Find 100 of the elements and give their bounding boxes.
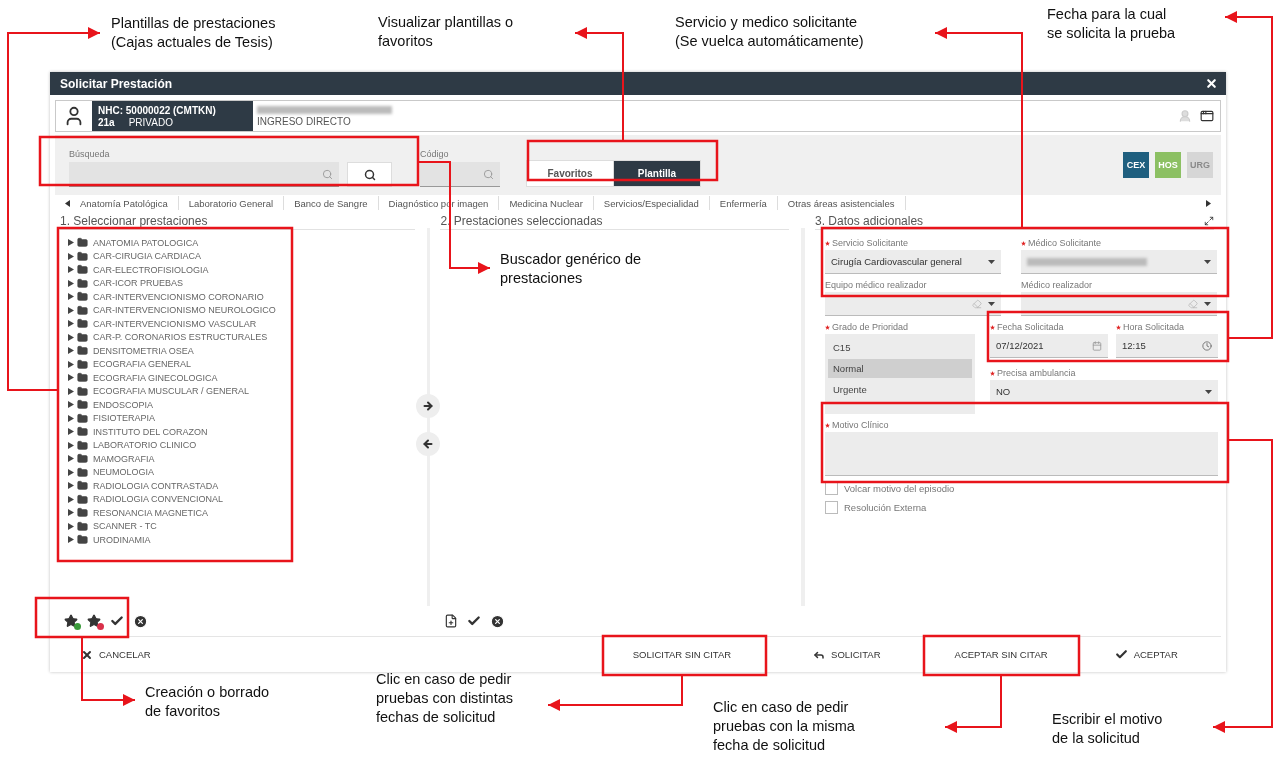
expand-arrow-icon[interactable] [68,401,74,409]
tree-item[interactable]: RESONANCIA MAGNETICA [68,506,427,520]
tree-item[interactable]: ECOGRAFIA GINECOLOGICA [68,371,427,385]
expand-arrow-icon[interactable] [68,293,74,301]
expand-icon[interactable] [1204,216,1214,226]
star-add-icon[interactable] [64,614,78,628]
tree-item[interactable]: CAR-ELECTROFISIOLOGIA [68,263,427,277]
expand-arrow-icon[interactable] [68,482,74,490]
view-tab[interactable]: Favoritos [527,161,613,186]
expand-arrow-icon[interactable] [68,441,74,449]
move-left-button[interactable] [415,432,440,456]
caret-icon [1204,259,1211,264]
folder-icon [77,358,88,370]
expand-arrow-icon[interactable] [68,279,74,287]
expand-arrow-icon[interactable] [68,522,74,530]
check-icon[interactable] [110,614,124,628]
patient-id: NHC: 50000022 (CMTKN) [98,104,217,116]
patient-insurance: PRIVADO [128,116,173,128]
expand-arrow-icon[interactable] [68,387,74,395]
select-field[interactable]: Cirugía Cardiovascular general [825,250,1001,274]
list-option[interactable]: Urgente [828,380,972,399]
tree-item[interactable]: ECOGRAFIA GENERAL [68,357,427,371]
category-tab[interactable]: Laboratorio General [178,196,285,210]
tree-item[interactable]: CAR-ICOR PRUEBAS [68,276,427,290]
tree-item[interactable]: CAR-P. CORONARIOS ESTRUCTURALES [68,330,427,344]
expand-arrow-icon[interactable] [68,536,74,544]
category-tab[interactable]: Servicios/Especialidad [593,196,710,210]
tree-item[interactable]: NEUMOLOGIA [68,465,427,479]
search-field[interactable] [69,162,339,187]
footer-button[interactable]: SOLICITAR SIN CITAR [626,645,738,664]
annotation-text: Escribir el motivo de la solicitud [1052,710,1163,748]
select-field[interactable] [1021,250,1217,274]
expand-arrow-icon[interactable] [68,468,74,476]
check-icon[interactable] [467,614,482,628]
scroll-left-icon[interactable] [65,199,70,207]
view-tab[interactable]: Plantilla [614,161,700,186]
window-icon[interactable] [1200,109,1214,123]
search-button[interactable] [347,162,392,187]
close-button[interactable] [1205,77,1218,90]
tree-item[interactable]: ECOGRAFIA MUSCULAR / GENERAL [68,384,427,398]
date-field[interactable]: 07/12/2021 [990,334,1108,358]
tree-item[interactable]: MAMOGRAFIA [68,452,427,466]
tree-item[interactable]: CAR-INTERVENCIONISMO CORONARIO [68,290,427,304]
folder-icon [77,480,88,492]
add-document-icon[interactable] [444,614,459,628]
tree-item[interactable]: CAR-CIRUGIA CARDIACA [68,249,427,263]
tree-item[interactable]: RADIOLOGIA CONVENCIONAL [68,492,427,506]
expand-arrow-icon[interactable] [68,428,74,436]
scope-button[interactable]: CEX [1123,152,1149,178]
expand-arrow-icon[interactable] [68,360,74,368]
cancel-icon[interactable] [133,613,148,629]
expand-arrow-icon[interactable] [68,306,74,314]
expand-arrow-icon[interactable] [68,266,74,274]
expand-arrow-icon[interactable] [68,414,74,422]
list-option[interactable]: C15 [828,338,972,357]
time-field[interactable]: 12:15 [1116,334,1218,358]
tree-item[interactable]: URODINAMIA [68,533,427,547]
tree-item[interactable]: ANATOMIA PATOLOGICA [68,236,427,250]
tree-item[interactable]: FISIOTERAPIA [68,411,427,425]
expand-arrow-icon[interactable] [68,495,74,503]
footer-button[interactable]: ACEPTAR [1108,644,1184,665]
folder-icon [77,331,88,343]
cancel-icon[interactable] [490,613,506,629]
scroll-right-icon[interactable] [1206,199,1211,207]
tree-item[interactable]: INSTITUTO DEL CORAZON [68,425,427,439]
move-right-button[interactable] [415,394,440,418]
checkbox[interactable] [825,501,838,514]
category-tab[interactable]: Anatomía Patológica [70,196,179,210]
tree-item[interactable]: DENSITOMETRIA OSEA [68,344,427,358]
tree-item[interactable]: SCANNER - TC [68,519,427,533]
expand-arrow-icon[interactable] [68,509,74,517]
category-tab[interactable]: Medicina Nuclear [499,196,594,210]
field-label: Búsqueda [69,149,111,159]
tree-item[interactable]: CAR-INTERVENCIONISMO NEUROLOGICO [68,303,427,317]
select-field[interactable]: NO [990,380,1218,404]
expand-arrow-icon[interactable] [68,374,74,382]
footer-button[interactable]: ACEPTAR SIN CITAR [948,645,1054,664]
category-tab[interactable]: Banco de Sangre [284,196,379,210]
field-label: Grado de Prioridad [832,322,909,332]
tree-item[interactable]: LABORATORIO CLINICO [68,438,427,452]
tree-item[interactable]: CAR-INTERVENCIONISMO VASCULAR [68,317,427,331]
footer-button[interactable]: CANCELAR [75,644,157,665]
footer-button[interactable]: SOLICITAR [807,644,887,665]
code-field[interactable] [420,162,500,187]
expand-arrow-icon[interactable] [68,347,74,355]
star-remove-icon[interactable] [87,614,101,628]
folder-icon [77,453,88,465]
list-option[interactable]: Normal [828,359,972,378]
category-tab[interactable]: Otras áreas asistenciales [777,196,906,210]
category-tab[interactable]: Enfermería [709,196,778,210]
expand-arrow-icon[interactable] [68,320,74,328]
expand-arrow-icon[interactable] [68,239,74,247]
select-field[interactable] [825,292,1001,316]
tree-item[interactable]: ENDOSCOPIA [68,398,427,412]
expand-arrow-icon[interactable] [68,333,74,341]
tree-item[interactable]: RADIOLOGIA CONTRASTADA [68,479,427,493]
expand-arrow-icon[interactable] [68,455,74,463]
folder-icon [77,520,88,532]
field-label: Equipo médico realizador [825,280,927,290]
expand-arrow-icon[interactable] [68,252,74,260]
